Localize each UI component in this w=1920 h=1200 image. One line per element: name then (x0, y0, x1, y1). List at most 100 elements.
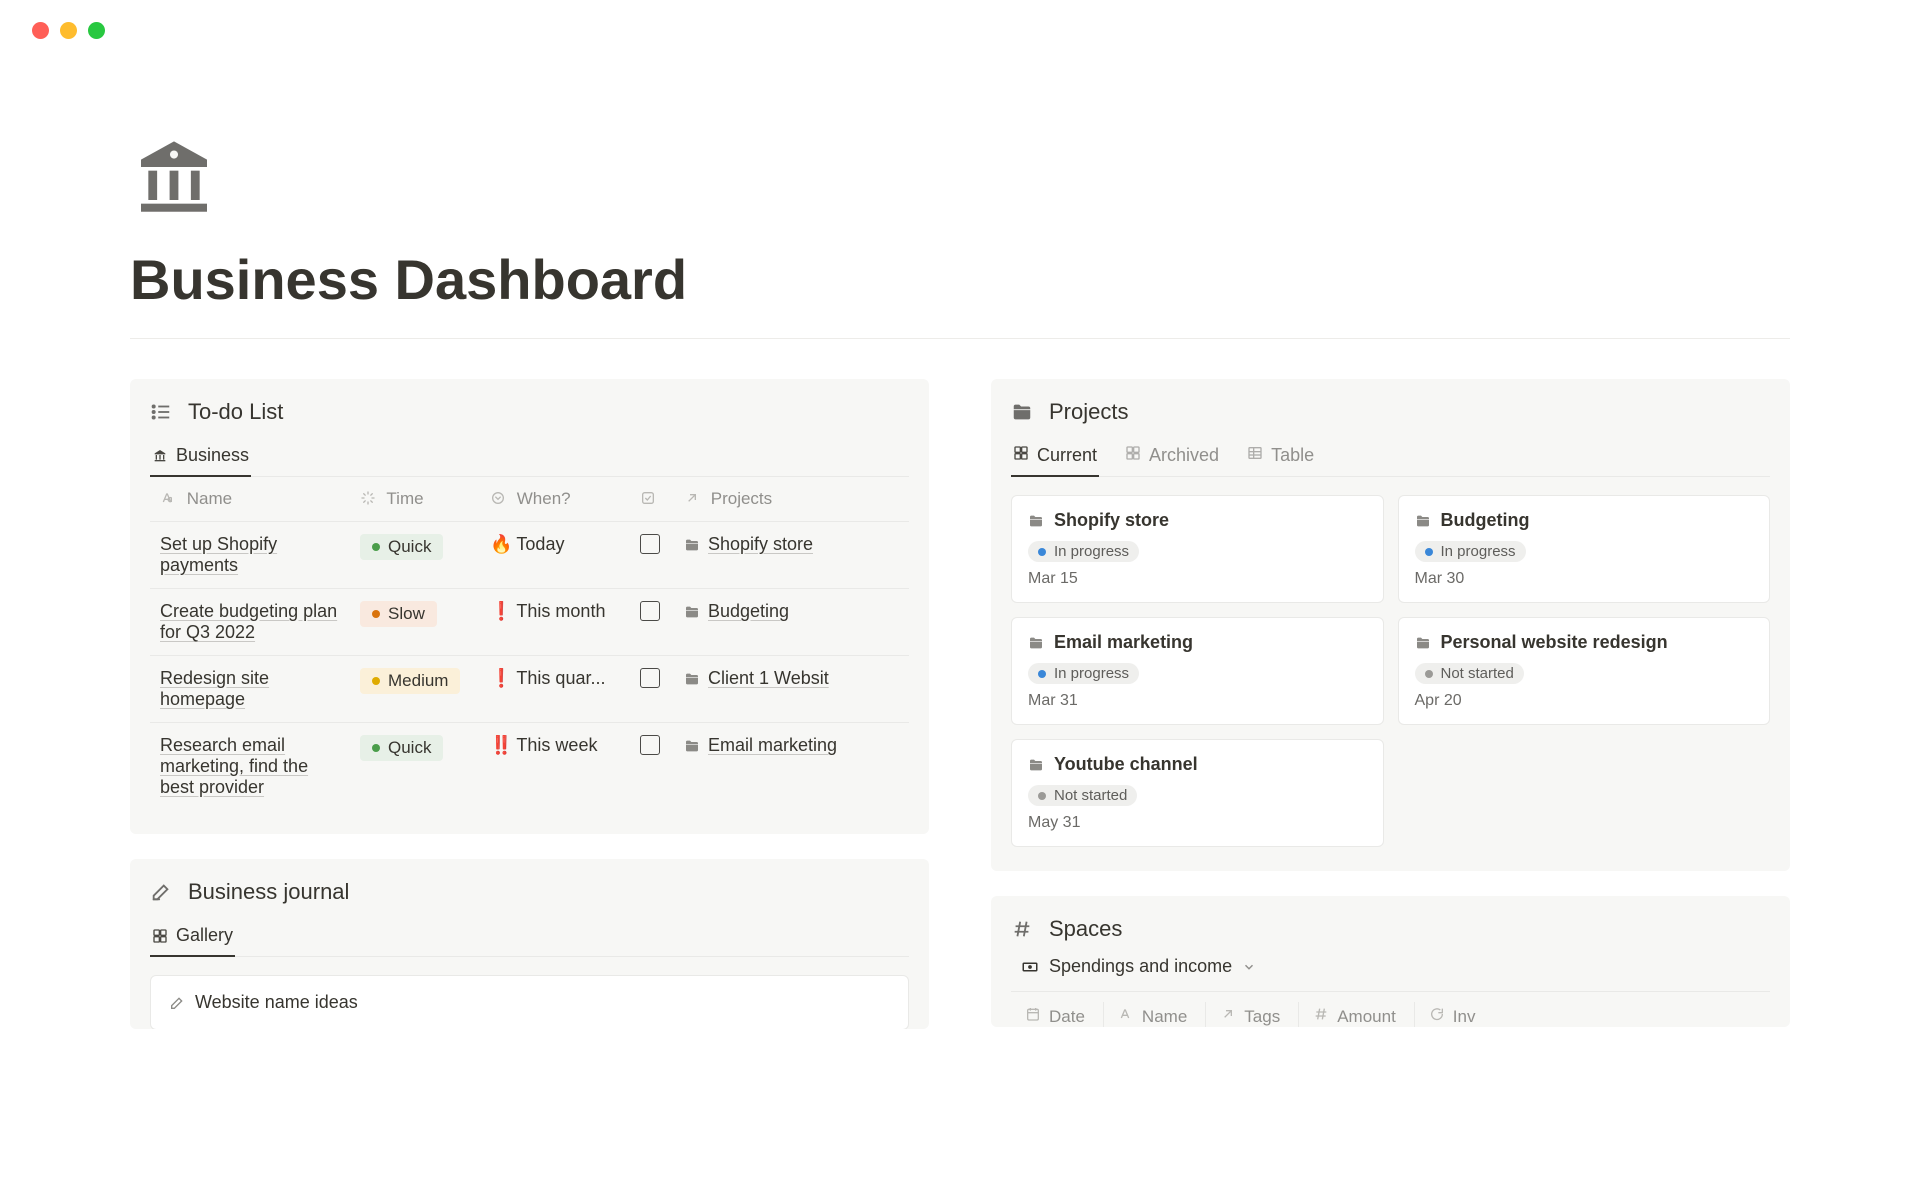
time-pill: Quick (360, 735, 443, 761)
spaces-header[interactable]: Spaces (1011, 916, 1770, 942)
journal-header[interactable]: Business journal (150, 879, 909, 905)
window-controls (0, 0, 1920, 39)
project-card[interactable]: Shopify store In progress Mar 15 (1011, 495, 1384, 603)
page: Business Dashboard To-do List Business (0, 39, 1920, 1029)
th-check[interactable] (630, 477, 674, 522)
status-badge: Not started (1028, 785, 1137, 806)
status-badge: In progress (1028, 541, 1139, 562)
projects-title: Projects (1049, 399, 1128, 425)
spaces-column-date[interactable]: Date (1011, 1002, 1104, 1027)
folder-icon (1028, 635, 1044, 651)
project-card[interactable]: Personal website redesignNot startedApr … (1398, 617, 1771, 725)
spaces-column-tags[interactable]: Tags (1206, 1002, 1299, 1027)
cash-icon (1021, 958, 1039, 976)
project-card[interactable]: Email marketing In progress Mar 31 (1011, 617, 1384, 725)
checkbox[interactable] (640, 601, 660, 621)
card-title: Budgeting (1441, 510, 1530, 531)
when-cell: ❗This month (480, 589, 630, 656)
card-title: Email marketing (1054, 632, 1193, 653)
task-name[interactable]: Redesign site homepage (160, 668, 269, 709)
status-badge: In progress (1415, 541, 1526, 562)
todo-header[interactable]: To-do List (150, 399, 909, 425)
page-icon[interactable] (130, 134, 218, 227)
time-pill: Slow (360, 601, 437, 627)
window-close-icon[interactable] (32, 22, 49, 39)
spaces-column-name[interactable]: Name (1104, 1002, 1206, 1027)
folder-icon (1415, 513, 1431, 529)
tab-archived[interactable]: Archived (1123, 439, 1221, 476)
status-badge: In progress (1028, 663, 1139, 684)
spaces-columns: DateNameTagsAmountInv (1011, 991, 1770, 1027)
time-pill: Medium (360, 668, 460, 694)
column-icon (1313, 1006, 1329, 1027)
task-name[interactable]: Research email marketing, find the best … (160, 735, 308, 797)
folder-icon (684, 604, 700, 620)
journal-panel: Business journal Gallery Website name id… (130, 859, 929, 1029)
task-name[interactable]: Create budgeting plan for Q3 2022 (160, 601, 337, 642)
table-row[interactable]: Set up Shopify paymentsQuick🔥TodayShopif… (150, 522, 909, 589)
column-icon (1429, 1006, 1445, 1027)
journal-item-title: Website name ideas (195, 992, 358, 1013)
table-row[interactable]: Redesign site homepage Medium ❗This quar..… (150, 656, 909, 723)
board-icon (152, 928, 168, 944)
card-date: Mar 15 (1028, 570, 1367, 588)
bank-icon (130, 134, 218, 222)
project-card[interactable]: BudgetingIn progressMar 30 (1398, 495, 1771, 603)
window-minimize-icon[interactable] (60, 22, 77, 39)
tab-label: Business (176, 445, 249, 466)
table-row[interactable]: Create budgeting plan for Q3 2022 Slow ❗Th… (150, 589, 909, 656)
task-name[interactable]: Set up Shopify payments (160, 534, 277, 575)
checkbox[interactable] (640, 668, 660, 688)
tab-current[interactable]: Current (1011, 439, 1099, 476)
projects-tabs: Current Archived Table (1011, 439, 1770, 477)
tab-business[interactable]: Business (150, 439, 251, 476)
folder-icon (684, 738, 700, 754)
projects-header[interactable]: Projects (1011, 399, 1770, 425)
table-row[interactable]: Research email marketing, find the best … (150, 723, 909, 811)
th-name[interactable]: Name (150, 477, 350, 522)
column-icon (1025, 1006, 1041, 1027)
window-maximize-icon[interactable] (88, 22, 105, 39)
card-date: Mar 31 (1028, 692, 1367, 710)
page-title: Business Dashboard (130, 247, 1790, 339)
when-cell: 🔥Today (480, 522, 630, 589)
list-icon (150, 401, 172, 423)
project-link[interactable]: Shopify store (684, 534, 813, 555)
loading-icon (360, 490, 376, 506)
column-icon (1220, 1006, 1236, 1027)
project-link[interactable]: Budgeting (684, 601, 789, 622)
project-card[interactable]: Youtube channelNot startedMay 31 (1011, 739, 1384, 847)
todo-table: Name Time When? (150, 477, 909, 810)
table-icon (1247, 445, 1263, 466)
journal-card[interactable]: Website name ideas (150, 975, 909, 1029)
folder-icon (1028, 513, 1044, 529)
th-time[interactable]: Time (350, 477, 480, 522)
projects-panel: Projects Current Archived Table Shopify st… (991, 379, 1790, 871)
spaces-panel: Spaces Spendings and income DateNameTags… (991, 896, 1790, 1027)
folder-icon (1011, 401, 1033, 423)
when-cell: ‼️This week (480, 723, 630, 811)
todo-title: To-do List (188, 399, 283, 425)
th-when[interactable]: When? (480, 477, 630, 522)
checkbox[interactable] (640, 735, 660, 755)
spaces-column-inv[interactable]: Inv (1415, 1002, 1494, 1027)
folder-icon (1415, 635, 1431, 651)
spaces-column-amount[interactable]: Amount (1299, 1002, 1415, 1027)
spaces-view-select[interactable]: Spendings and income (1021, 956, 1770, 977)
project-link[interactable]: Client 1 Websit (684, 668, 829, 689)
checkbox[interactable] (640, 534, 660, 554)
project-link[interactable]: Email marketing (684, 735, 837, 756)
todo-panel: To-do List Business Name (130, 379, 929, 834)
card-title: Shopify store (1054, 510, 1169, 531)
card-date: May 31 (1028, 814, 1367, 832)
folder-icon (1028, 757, 1044, 773)
board-icon (1013, 445, 1029, 466)
tab-gallery[interactable]: Gallery (150, 919, 235, 956)
when-cell: ❗This quar... (480, 656, 630, 723)
column-icon (1118, 1006, 1134, 1027)
hash-icon (1011, 918, 1033, 940)
left-column: To-do List Business Name (130, 379, 929, 1029)
tab-label: Gallery (176, 925, 233, 946)
th-projects[interactable]: Projects (674, 477, 909, 522)
tab-table[interactable]: Table (1245, 439, 1316, 476)
